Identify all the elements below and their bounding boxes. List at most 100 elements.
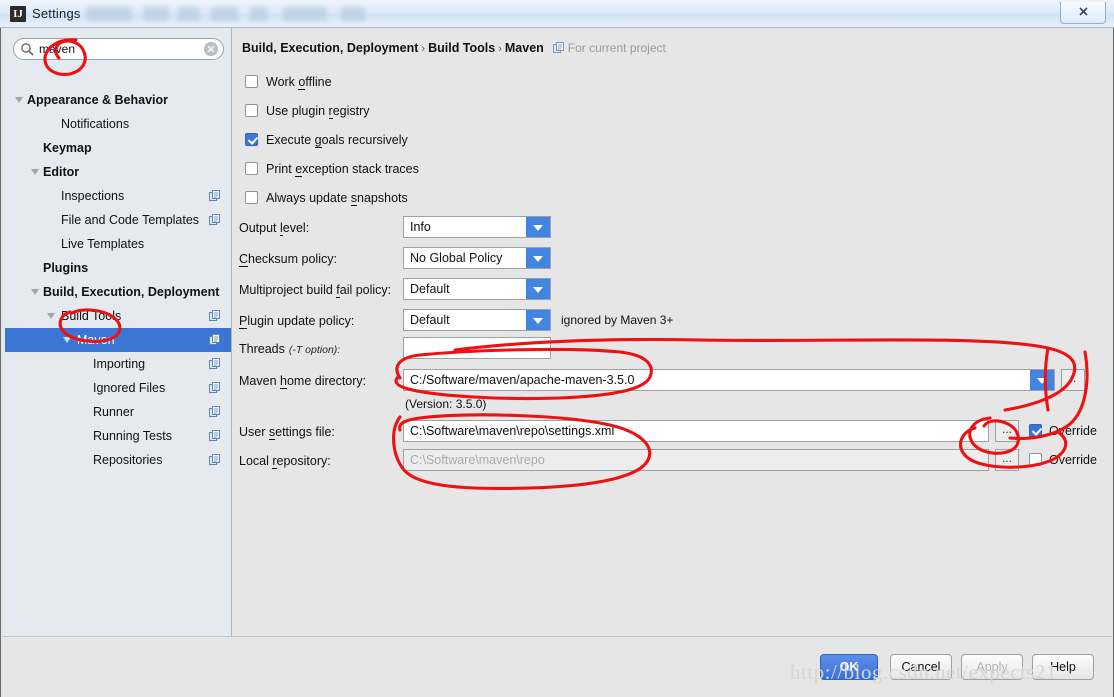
sidebar-item-label: Plugins	[43, 261, 89, 275]
sidebar-item-live-templates[interactable]: Live Templates	[5, 232, 231, 256]
for-current-project-label: For current project	[544, 41, 666, 55]
maven-home-directory-combo[interactable]: C:/Software/maven/apache-maven-3.5.0	[403, 369, 1055, 391]
sidebar-item-importing[interactable]: Importing	[5, 352, 231, 376]
sidebar-item-label: Running Tests	[93, 429, 172, 443]
label-threads: Threads (-T option):	[239, 341, 340, 358]
label-suffix: oals recursively	[321, 133, 408, 147]
label-suffix: epository:	[276, 454, 331, 468]
label-text: Threads	[239, 342, 285, 356]
project-scope-icon	[209, 190, 221, 202]
chevron-down-icon[interactable]	[15, 97, 23, 103]
checkbox-box[interactable]	[245, 104, 258, 117]
search-box[interactable]: maven	[13, 38, 224, 60]
sidebar-item-build-tools[interactable]: Build Tools	[5, 304, 231, 328]
checkbox-box[interactable]	[245, 75, 258, 88]
for-current-project-text: For current project	[567, 41, 666, 55]
chevron-down-icon[interactable]	[526, 310, 550, 330]
user-settings-file-input[interactable]: C:\Software\maven\repo\settings.xml	[403, 420, 989, 442]
label-maven-home-directory: Maven home directory:	[239, 373, 366, 389]
chevron-down-icon[interactable]	[526, 248, 550, 268]
sidebar-item-label: Runner	[93, 405, 134, 419]
sidebar-item-ignored-files[interactable]: Ignored Files	[5, 376, 231, 400]
label-plugin-update-policy: Plugin update policy:	[239, 313, 354, 329]
label-user-settings-file: User settings file:	[239, 424, 335, 440]
sidebar-item-running-tests[interactable]: Running Tests	[5, 424, 231, 448]
plugin-policy-note: ignored by Maven 3+	[561, 313, 674, 327]
sidebar-item-file-and-code-templates[interactable]: File and Code Templates	[5, 208, 231, 232]
sidebar-item-repositories[interactable]: Repositories	[5, 448, 231, 472]
dropdown-plugin-update-policy[interactable]: Default	[403, 309, 551, 331]
local-repository-input: C:\Software\maven\repo	[403, 449, 989, 471]
label-suffix: ome directory:	[286, 374, 367, 388]
chevron-down-icon[interactable]	[31, 169, 39, 175]
ghost-menu-item-4	[211, 7, 238, 21]
sidebar-item-plugins[interactable]: Plugins	[5, 256, 231, 280]
dropdown-output-level[interactable]: Info	[403, 216, 551, 238]
chevron-down-icon[interactable]	[526, 217, 550, 237]
sidebar-item-label: Build Tools	[61, 309, 122, 323]
sidebar-item-label: Inspections	[61, 189, 125, 203]
label-suffix: ffline	[305, 75, 332, 89]
intellij-idea-icon: IJ	[10, 6, 26, 22]
checkbox-label: Use plugin registry	[266, 103, 370, 119]
title-bar: IJ Settings	[0, 0, 1114, 28]
local-repository-override-checkbox[interactable]	[1029, 453, 1042, 466]
chevron-down-icon[interactable]	[526, 279, 550, 299]
sidebar-item-label: Repositories	[93, 453, 163, 467]
sidebar-item-maven[interactable]: Maven	[5, 328, 231, 352]
sidebar-item-label: Notifications	[61, 117, 130, 131]
breadcrumb-separator-1: ›	[421, 43, 426, 55]
ghost-menu-item-7	[341, 7, 365, 21]
ghost-menu-item-6	[283, 7, 327, 21]
chevron-down-icon[interactable]	[63, 337, 71, 343]
checkbox-box[interactable]	[245, 191, 258, 204]
sidebar-item-appearance-behavior[interactable]: Appearance & Behavior	[5, 88, 231, 112]
dropdown-checksum-policy[interactable]: No Global Policy	[403, 247, 551, 269]
checkbox-label: Work offline	[266, 74, 332, 90]
local-repository-browse-button[interactable]: ...	[995, 449, 1019, 471]
project-scope-icon	[552, 42, 565, 54]
label-mnemonic: h	[280, 374, 287, 389]
label-prefix: User	[239, 425, 269, 439]
sidebar-item-runner[interactable]: Runner	[5, 400, 231, 424]
dropdown-multiproject-build-fail-policy[interactable]: Default	[403, 278, 551, 300]
clear-icon[interactable]	[204, 42, 218, 56]
checkbox-box[interactable]	[245, 162, 258, 175]
ghost-menu-item-2	[143, 7, 169, 21]
label-prefix: Work	[266, 75, 299, 89]
ghost-menu-item-5	[250, 7, 268, 21]
label-prefix: Use plugin	[266, 104, 329, 118]
label-multiproject-build-fail-policy: Multiproject build fail policy:	[239, 282, 391, 298]
label-prefix: Multiproject build	[239, 283, 337, 297]
label-prefix: Print	[266, 162, 296, 176]
checkbox-label: Always update snapshots	[266, 190, 408, 206]
maven-home-directory-value: C:/Software/maven/apache-maven-3.5.0	[410, 373, 635, 387]
project-scope-icon	[209, 454, 221, 466]
sidebar-item-label: Importing	[93, 357, 146, 371]
breadcrumb-part-3[interactable]: Maven	[505, 41, 544, 55]
dialog-body: maven Appearance & Behavior Notifications…	[0, 28, 1114, 697]
close-icon[interactable]	[1060, 2, 1106, 24]
dropdown-value: Info	[410, 220, 431, 234]
label-suffix: ettings file:	[275, 425, 335, 439]
user-settings-file-override-checkbox[interactable]	[1029, 424, 1042, 437]
sidebar-item-build-execution-deployment[interactable]: Build, Execution, Deployment	[5, 280, 231, 304]
breadcrumb-part-2[interactable]: Build Tools	[428, 41, 495, 55]
sidebar-item-notifications[interactable]: Notifications	[5, 112, 231, 136]
chevron-down-icon[interactable]	[31, 289, 39, 295]
label-suffix: xception stack traces	[302, 162, 419, 176]
label-suffix: hecksum policy:	[248, 252, 337, 266]
chevron-down-icon[interactable]	[1030, 370, 1054, 390]
label-suffix: napshots	[357, 191, 408, 205]
user-settings-file-value: C:\Software\maven\repo\settings.xml	[410, 424, 615, 438]
checkbox-box[interactable]	[245, 133, 258, 146]
sidebar-item-editor[interactable]: Editor	[5, 160, 231, 184]
maven-version-note: (Version: 3.5.0)	[405, 397, 487, 411]
sidebar-item-inspections[interactable]: Inspections	[5, 184, 231, 208]
user-settings-file-browse-button[interactable]: ...	[995, 420, 1019, 442]
sidebar-item-keymap[interactable]: Keymap	[5, 136, 231, 160]
threads-input[interactable]	[403, 337, 551, 359]
maven-home-browse-button[interactable]: ..	[1061, 369, 1085, 391]
chevron-down-icon[interactable]	[47, 313, 55, 319]
breadcrumb-part-1[interactable]: Build, Execution, Deployment	[242, 41, 418, 55]
